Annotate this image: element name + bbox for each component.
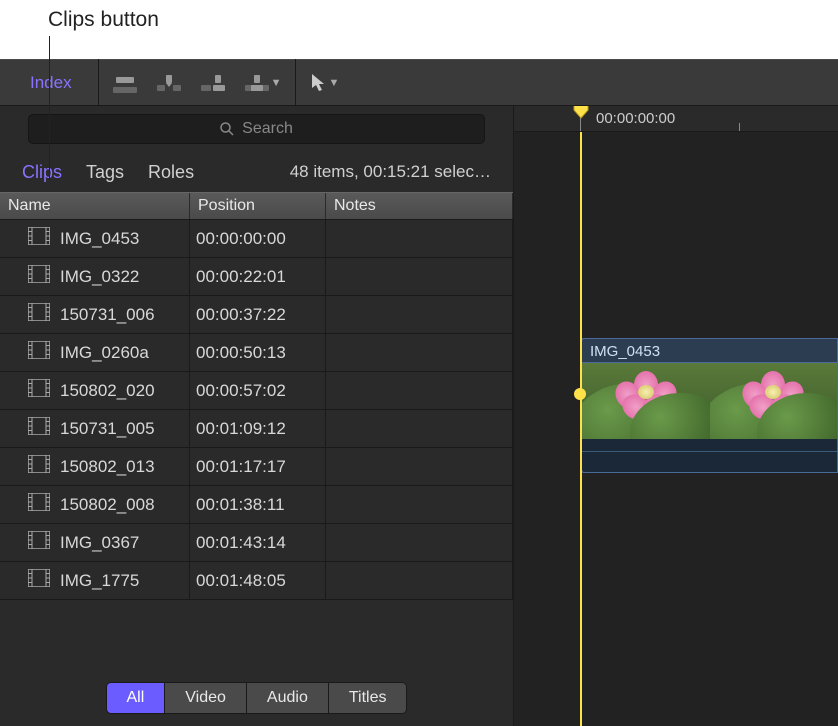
clip-name: 150731_006 (60, 305, 155, 325)
clip-position: 00:01:17:17 (196, 457, 286, 477)
clip-position: 00:00:00:00 (196, 229, 286, 249)
callout-label: Clips button (48, 8, 159, 32)
film-icon (28, 379, 50, 402)
filter-all[interactable]: All (107, 683, 166, 713)
clips-table-body: IMG_0453 00:00:00:00 IMG_0322 00:00:22:01 15… (0, 220, 513, 678)
filter-titles[interactable]: Titles (329, 683, 407, 713)
film-icon (28, 227, 50, 250)
search-placeholder: Search (242, 120, 293, 138)
timeline-clip-audio (582, 439, 837, 473)
clip-position: 00:00:50:13 (196, 343, 286, 363)
clip-name: 150802_013 (60, 457, 155, 477)
film-icon (28, 455, 50, 478)
clip-name: 150802_008 (60, 495, 155, 515)
index-panel: Search Clips Tags Roles 48 items, 00:15:… (0, 106, 514, 726)
tab-tags[interactable]: Tags (86, 162, 124, 183)
clip-name: 150802_020 (60, 381, 155, 401)
clip-name: IMG_1775 (60, 571, 139, 591)
timeline-clip-title: IMG_0453 (582, 339, 837, 363)
clip-name: 150731_005 (60, 419, 155, 439)
filter-video[interactable]: Video (165, 683, 247, 713)
clip-name: IMG_0367 (60, 533, 139, 553)
table-row[interactable]: 150731_005 00:01:09:12 (0, 410, 513, 448)
film-icon (28, 417, 50, 440)
table-row[interactable]: 150802_020 00:00:57:02 (0, 372, 513, 410)
column-position[interactable]: Position (190, 193, 326, 219)
insert-clip-icon[interactable] (157, 75, 181, 91)
table-row[interactable]: IMG_0367 00:01:43:14 (0, 524, 513, 562)
clip-position: 00:00:22:01 (196, 267, 286, 287)
select-tool-button[interactable]: ▼ (310, 73, 339, 93)
search-icon (220, 122, 234, 136)
column-name[interactable]: Name (0, 193, 190, 219)
film-icon (28, 265, 50, 288)
main-toolbar: Index ▼ ▼ (0, 59, 838, 106)
film-icon (28, 493, 50, 516)
filter-segmented: All Video Audio Titles (0, 678, 513, 726)
clip-position: 00:01:43:14 (196, 533, 286, 553)
timeline-edge-handle[interactable] (574, 388, 586, 400)
table-row[interactable]: IMG_0260a 00:00:50:13 (0, 334, 513, 372)
search-input[interactable]: Search (28, 114, 485, 144)
ruler-timecode: 00:00:00:00 (596, 110, 675, 127)
table-header: Name Position Notes (0, 192, 513, 220)
tab-clips[interactable]: Clips (22, 162, 62, 183)
app-window: Index ▼ ▼ (0, 59, 838, 726)
callout-line (49, 36, 50, 180)
column-notes[interactable]: Notes (326, 193, 513, 219)
index-status-text: 48 items, 00:15:21 selec… (290, 162, 491, 182)
film-icon (28, 303, 50, 326)
table-row[interactable]: IMG_1775 00:01:48:05 (0, 562, 513, 600)
clip-name: IMG_0453 (60, 229, 139, 249)
table-row[interactable]: 150731_006 00:00:37:22 (0, 296, 513, 334)
table-row[interactable]: IMG_0453 00:00:00:00 (0, 220, 513, 258)
clip-name: IMG_0322 (60, 267, 139, 287)
append-clip-icon[interactable] (201, 75, 225, 91)
clip-position: 00:01:09:12 (196, 419, 286, 439)
overwrite-clip-button[interactable]: ▼ (245, 75, 282, 91)
filter-audio[interactable]: Audio (247, 683, 329, 713)
film-icon (28, 531, 50, 554)
chevron-down-icon: ▼ (328, 77, 339, 89)
timeline-ruler[interactable]: 00:00:00:00 (514, 106, 838, 132)
chevron-down-icon: ▼ (271, 77, 282, 89)
clip-position: 00:01:48:05 (196, 571, 286, 591)
timeline-clip-thumbnails (582, 363, 837, 439)
clip-position: 00:01:38:11 (196, 495, 285, 515)
ruler-tick (739, 123, 740, 131)
table-row[interactable]: 150802_008 00:01:38:11 (0, 486, 513, 524)
connect-clip-icon[interactable] (113, 75, 137, 91)
clip-position: 00:00:57:02 (196, 381, 286, 401)
table-row[interactable]: IMG_0322 00:00:22:01 (0, 258, 513, 296)
film-icon (28, 569, 50, 592)
timeline-clip[interactable]: IMG_0453 (580, 338, 838, 473)
playhead-line[interactable] (580, 132, 582, 726)
timeline-area[interactable]: 00:00:00:00 IMG_0453 (514, 106, 838, 726)
table-row[interactable]: 150802_013 00:01:17:17 (0, 448, 513, 486)
film-icon (28, 341, 50, 364)
index-button[interactable]: Index (4, 73, 98, 93)
clip-position: 00:00:37:22 (196, 305, 286, 325)
playhead-icon[interactable] (572, 106, 590, 120)
clip-name: IMG_0260a (60, 343, 149, 363)
index-tabs: Clips Tags Roles 48 items, 00:15:21 sele… (0, 152, 513, 192)
tab-roles[interactable]: Roles (148, 162, 194, 183)
